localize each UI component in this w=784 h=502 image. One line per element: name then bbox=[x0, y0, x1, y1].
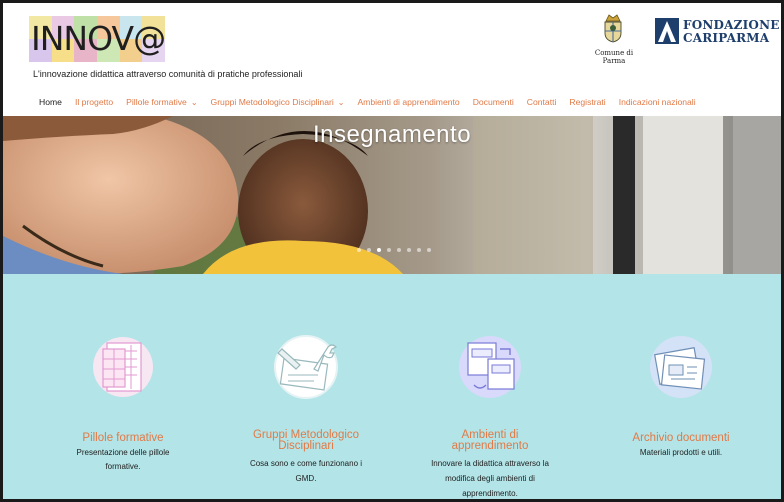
nav-il-progetto[interactable]: Il progetto bbox=[75, 97, 113, 107]
feature-desc-line: modifica degli ambienti di bbox=[445, 474, 535, 483]
nav-ambienti[interactable]: Ambienti di apprendimento bbox=[357, 97, 459, 107]
nav-ambienti-label: Ambienti di apprendimento bbox=[357, 97, 460, 107]
nav-indicazioni-nazionali[interactable]: Indicazioni nazionali bbox=[619, 97, 696, 107]
nav-gruppi-label: Gruppi Metodologico Disciplinari bbox=[210, 97, 334, 107]
feature-title-line: Disciplinari bbox=[278, 440, 334, 452]
chevron-down-icon: ⌄ bbox=[190, 97, 198, 107]
slider-dot[interactable] bbox=[397, 248, 401, 252]
parma-label: Comune di Parma bbox=[594, 49, 634, 65]
features-section: Pillole formative Presentazione delle pi… bbox=[3, 274, 781, 499]
nav-indicazioni-label: Indicazioni nazionali bbox=[618, 97, 696, 107]
comune-di-parma-logo[interactable]: Comune di Parma bbox=[583, 13, 641, 65]
nav-il-progetto-label: Il progetto bbox=[74, 97, 114, 107]
feature-desc-line: GMD. bbox=[295, 474, 317, 483]
nav-registrati-label: Registrati bbox=[569, 97, 606, 107]
hero-slider[interactable]: Insegnamento bbox=[3, 116, 781, 274]
nav-contatti-label: Contatti bbox=[526, 97, 557, 107]
feature-desc-line: Cosa sono e come funzionano i bbox=[249, 459, 363, 468]
tools-icon bbox=[274, 335, 338, 399]
nav-gruppi-metodologico[interactable]: Gruppi Metodologico Disciplinari ⌄ bbox=[211, 97, 345, 107]
chevron-down-icon: ⌄ bbox=[337, 97, 345, 107]
nav-home[interactable]: Home bbox=[39, 97, 62, 107]
feature-title-line: apprendimento bbox=[451, 440, 529, 452]
archive-icon bbox=[650, 336, 712, 398]
slider-dot[interactable] bbox=[367, 248, 371, 252]
slider-dot[interactable] bbox=[387, 248, 391, 252]
parma-crest-icon bbox=[604, 14, 622, 43]
feature-title: Pillole formative bbox=[82, 432, 164, 444]
nav-contatti[interactable]: Contatti bbox=[527, 97, 557, 107]
slider-dot[interactable] bbox=[427, 248, 431, 252]
hero-title: Insegnamento bbox=[312, 121, 472, 148]
nav-pillole-label: Pillole formative bbox=[126, 97, 187, 107]
slider-dot[interactable] bbox=[407, 248, 411, 252]
slider-dots bbox=[357, 248, 437, 252]
site-header: INNOV@ L'innovazione didattica attravers… bbox=[3, 3, 781, 116]
feature-desc-line: Innovare la didattica attraverso la bbox=[431, 459, 549, 468]
slider-dot[interactable] bbox=[417, 248, 421, 252]
page-frame: INNOV@ L'innovazione didattica attravers… bbox=[0, 0, 784, 502]
innova-logo[interactable]: INNOV@ bbox=[29, 16, 166, 62]
site-tagline: L'innovazione didattica attraverso comun… bbox=[33, 69, 303, 79]
document-grid-icon bbox=[93, 337, 153, 397]
main-nav: Home Il progetto Pillole formative ⌄ Grup… bbox=[39, 95, 709, 109]
nav-documenti-label: Documenti bbox=[472, 97, 514, 107]
feature-desc-line: apprendimento. bbox=[462, 489, 518, 498]
slider-dot-active[interactable] bbox=[377, 248, 381, 252]
logo-text: INNOV@ bbox=[31, 19, 166, 58]
feature-desc-line: formative. bbox=[105, 462, 141, 471]
fondazione-line2: CARIPARMA bbox=[683, 31, 770, 45]
nav-registrati[interactable]: Registrati bbox=[569, 97, 605, 107]
layout-transform-icon bbox=[459, 336, 521, 398]
nav-documenti[interactable]: Documenti bbox=[473, 97, 514, 107]
fondazione-line1: FONDAZIONE bbox=[683, 18, 780, 32]
fondazione-cariparma-logo[interactable]: FONDAZIONE CARIPARMA bbox=[655, 16, 781, 50]
nav-home-label: Home bbox=[39, 97, 62, 107]
feature-title: Archivio documenti bbox=[632, 432, 730, 444]
fondazione-mark-icon bbox=[655, 18, 679, 44]
nav-pillole-formative[interactable]: Pillole formative ⌄ bbox=[126, 97, 197, 107]
feature-desc-line: Presentazione delle pillole bbox=[76, 448, 170, 457]
slider-dot[interactable] bbox=[357, 248, 361, 252]
feature-desc-line: Materiali prodotti e utili. bbox=[639, 448, 723, 457]
